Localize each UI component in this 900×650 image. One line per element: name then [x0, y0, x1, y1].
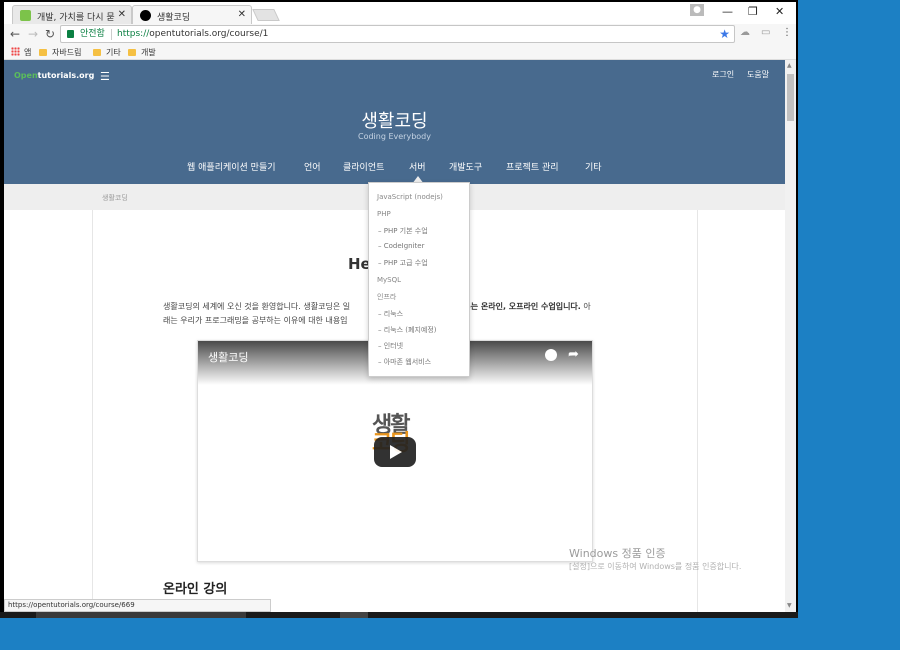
dropdown-item-nodejs[interactable]: JavaScript (nodejs)	[377, 193, 443, 201]
extension-cast-icon[interactable]: ▭	[761, 27, 770, 38]
folder-icon	[93, 49, 101, 56]
taskbar	[0, 612, 798, 618]
close-icon[interactable]: ✕	[118, 9, 126, 20]
dropdown-item-php[interactable]: PHP	[377, 210, 391, 218]
menu-kebab-icon[interactable]: ⋮	[782, 27, 792, 38]
nav-language[interactable]: 언어	[304, 160, 321, 173]
extension-cloud-icon[interactable]: ☁	[740, 27, 750, 38]
tab-favicon-icon	[140, 10, 151, 21]
browser-frame: 개발, 가치를 다시 묻습니다 ✕ 생활코딩 ✕ ● — ❐ ✕ ← → ↻ 안…	[4, 2, 796, 612]
minimize-icon[interactable]: —	[722, 5, 733, 18]
watch-later-icon[interactable]	[545, 349, 557, 361]
profile-icon[interactable]: ●	[690, 4, 704, 16]
lock-icon	[67, 30, 74, 38]
video-title[interactable]: 생활코딩	[208, 349, 248, 365]
address-bar[interactable]: 안전함 https://opentutorials.org/course/1 ★	[60, 25, 735, 43]
site-title: 생활코딩	[361, 111, 428, 132]
nav-webapp[interactable]: 웹 애플리케이션 만들기	[187, 160, 276, 173]
secure-label: 안전함	[80, 29, 105, 39]
dropdown-item-codeigniter[interactable]: – CodeIgniter	[378, 242, 424, 250]
server-dropdown-menu: JavaScript (nodejs) PHP – PHP 기본 수업 – Co…	[368, 182, 470, 377]
bookmark-etc[interactable]: 기타	[93, 47, 121, 58]
scroll-thumb[interactable]	[787, 74, 794, 121]
browser-window: 개발, 가치를 다시 묻습니다 ✕ 생활코딩 ✕ ● — ❐ ✕ ← → ↻ 안…	[0, 0, 798, 618]
tab-strip: 개발, 가치를 다시 묻습니다 ✕ 생활코딩 ✕ ● — ❐ ✕	[4, 2, 796, 24]
help-link[interactable]: 도움말	[747, 69, 769, 80]
dropdown-item-mysql[interactable]: MySQL	[377, 276, 401, 284]
dropdown-item-internet[interactable]: – 인터넷	[378, 341, 403, 351]
taskbar-button[interactable]	[340, 612, 368, 618]
reload-icon[interactable]: ↻	[45, 27, 55, 41]
close-window-icon[interactable]: ✕	[775, 5, 784, 18]
section-title: 온라인 강의	[163, 582, 228, 597]
bookmark-star-icon[interactable]: ★	[719, 26, 730, 42]
status-bar: https://opentutorials.org/course/669	[4, 599, 271, 612]
dropdown-item-aws[interactable]: – 아마존 웹서비스	[378, 357, 431, 367]
close-icon[interactable]: ✕	[238, 9, 246, 20]
folder-icon	[128, 49, 136, 56]
scroll-down-icon[interactable]: ▼	[787, 602, 792, 609]
folder-icon	[39, 49, 47, 56]
nav-devtools[interactable]: 개발도구	[449, 160, 482, 173]
scroll-up-icon[interactable]: ▲	[787, 62, 792, 69]
nav-etc[interactable]: 기타	[585, 160, 602, 173]
back-icon[interactable]: ←	[10, 27, 20, 41]
play-icon	[390, 445, 402, 459]
activation-watermark-title: Windows 정품 인증	[569, 547, 666, 560]
browser-toolbar: ← → ↻ 안전함 https://opentutorials.org/cour…	[4, 24, 796, 44]
bookmark-dev[interactable]: 개발	[128, 47, 156, 58]
tab-title: 개발, 가치를 다시 묻습니다	[37, 13, 115, 23]
breadcrumb[interactable]: 생활코딩	[102, 193, 128, 203]
site-header: Opentutorials.org ☰ 로그인 도움말 생활코딩 Coding …	[4, 60, 785, 184]
nav-client[interactable]: 클라이언트	[343, 160, 384, 173]
web-page: Opentutorials.org ☰ 로그인 도움말 생활코딩 Coding …	[4, 60, 785, 612]
dropdown-item-php-advanced[interactable]: – PHP 고급 수업	[378, 258, 428, 268]
dropdown-item-php-basic[interactable]: – PHP 기본 수업	[378, 226, 428, 236]
new-tab-button[interactable]	[252, 9, 280, 21]
tab-opentutorials[interactable]: 생활코딩 ✕	[132, 5, 252, 24]
bookmark-apps[interactable]: 앱	[24, 47, 31, 58]
dropdown-item-linux[interactable]: – 리눅스	[378, 309, 403, 319]
apps-grid-icon[interactable]	[11, 47, 20, 56]
bookmarks-bar: 앱 자바드림 기타 개발	[4, 44, 796, 60]
nav-server[interactable]: 서버	[409, 160, 426, 173]
play-button[interactable]	[374, 437, 416, 467]
page-scrollbar[interactable]: ▲ ▼	[785, 60, 796, 612]
divider	[111, 29, 112, 40]
url-text: https://opentutorials.org/course/1	[117, 29, 269, 39]
forward-icon[interactable]: →	[28, 27, 38, 41]
taskbar-button[interactable]	[36, 612, 246, 618]
site-subtitle: Coding Everybody	[358, 132, 431, 141]
site-logo[interactable]: Opentutorials.org	[14, 71, 94, 80]
tab-favicon-icon	[20, 10, 31, 21]
share-icon[interactable]: ➦	[568, 347, 579, 362]
dropdown-item-infra[interactable]: 인프라	[377, 292, 396, 302]
nav-project[interactable]: 프로젝트 관리	[506, 160, 559, 173]
login-link[interactable]: 로그인	[712, 69, 734, 80]
activation-watermark-body: [설정]으로 이동하여 Windows를 정품 인증합니다.	[569, 562, 742, 571]
tab-title: 생활코딩	[157, 13, 191, 23]
bookmark-javadream[interactable]: 자바드림	[39, 47, 81, 58]
dropdown-item-linux-deprecated[interactable]: – 리눅스 (폐지예정)	[378, 325, 437, 335]
restore-icon[interactable]: ❐	[748, 5, 758, 18]
tab-devstory[interactable]: 개발, 가치를 다시 묻습니다 ✕	[12, 5, 132, 24]
list-menu-icon[interactable]: ☰	[100, 70, 110, 83]
